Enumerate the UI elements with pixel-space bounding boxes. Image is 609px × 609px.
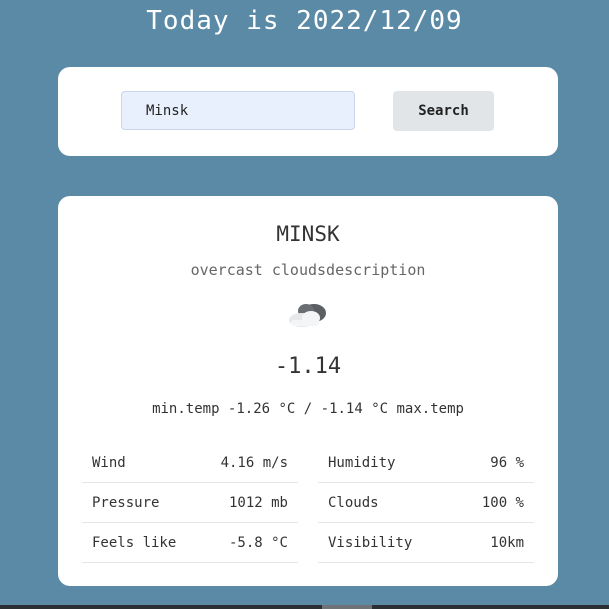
temperature: -1.14 bbox=[274, 354, 342, 379]
detail-row-wind: Wind 4.16 m/s bbox=[82, 443, 298, 483]
search-input[interactable] bbox=[121, 91, 355, 130]
weather-card: MINSK overcast cloudsdescription -1.14 m… bbox=[58, 196, 558, 586]
taskbar bbox=[0, 605, 609, 609]
city-name: MINSK bbox=[276, 222, 340, 246]
detail-row-feels-like: Feels like -5.8 °C bbox=[82, 523, 298, 563]
detail-value: 1012 mb bbox=[228, 494, 288, 511]
details-table-left: Wind 4.16 m/s Pressure 1012 mb Feels lik… bbox=[82, 443, 298, 563]
detail-row-clouds: Clouds 100 % bbox=[318, 483, 534, 523]
detail-value: -5.8 °C bbox=[228, 534, 288, 551]
detail-label: Humidity bbox=[328, 454, 396, 471]
detail-label: Clouds bbox=[328, 494, 379, 511]
weather-description: overcast cloudsdescription bbox=[190, 261, 426, 279]
detail-label: Visibility bbox=[328, 534, 413, 551]
detail-label: Pressure bbox=[92, 494, 160, 511]
detail-row-pressure: Pressure 1012 mb bbox=[82, 483, 298, 523]
detail-value: 4.16 m/s bbox=[220, 454, 288, 471]
details-table-right: Humidity 96 % Clouds 100 % Visibility 10… bbox=[318, 443, 534, 563]
min-max-temperature: min.temp -1.26 °C / -1.14 °C max.temp bbox=[152, 401, 464, 417]
detail-value: 96 % bbox=[490, 454, 524, 471]
taskbar-thumb[interactable] bbox=[322, 605, 372, 609]
detail-value: 100 % bbox=[481, 494, 524, 511]
detail-label: Feels like bbox=[92, 534, 177, 551]
page-title: Today is 2022/12/09 bbox=[146, 6, 463, 36]
detail-label: Wind bbox=[92, 454, 126, 471]
detail-value: 10km bbox=[490, 534, 524, 551]
search-card: Search bbox=[58, 67, 558, 156]
detail-row-humidity: Humidity 96 % bbox=[318, 443, 534, 483]
search-button[interactable]: Search bbox=[393, 91, 494, 131]
detail-row-visibility: Visibility 10km bbox=[318, 523, 534, 563]
cloud-icon bbox=[289, 304, 326, 327]
